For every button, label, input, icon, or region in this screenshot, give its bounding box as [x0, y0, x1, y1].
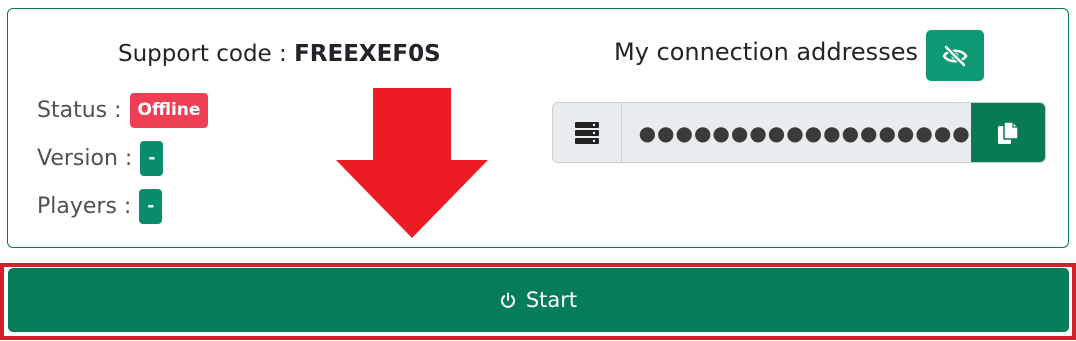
version-badge: -: [140, 141, 164, 176]
support-code-line: Support code : FREEXEF0S: [118, 41, 441, 67]
support-code-value: FREEXEF0S: [294, 41, 441, 67]
copy-address-button[interactable]: [970, 103, 1045, 162]
players-row: Players : -: [37, 189, 163, 224]
power-icon: [500, 292, 515, 308]
connection-addresses-title: My connection addresses: [614, 38, 918, 66]
red-down-arrow: [336, 88, 488, 238]
connection-address-field[interactable]: ●●●●●●●●●●●●●●●●●●: [621, 103, 971, 162]
support-code-label: Support code :: [118, 41, 287, 67]
toggle-visibility-button[interactable]: [926, 30, 984, 81]
version-label: Version :: [37, 146, 133, 171]
version-row: Version : -: [37, 141, 164, 176]
connection-address-group: ●●●●●●●●●●●●●●●●●●: [552, 102, 1046, 163]
server-icon: [574, 121, 599, 144]
eye-slash-icon: [942, 44, 968, 67]
server-icon-box: [553, 103, 622, 162]
status-badge: Offline: [129, 93, 209, 128]
players-badge: -: [139, 189, 163, 224]
status-label: Status :: [37, 98, 122, 123]
copy-icon: [997, 120, 1019, 144]
status-row: Status : Offline: [37, 93, 209, 128]
start-button[interactable]: Start: [8, 268, 1069, 332]
start-button-label: Start: [525, 288, 578, 312]
players-label: Players :: [37, 194, 132, 219]
